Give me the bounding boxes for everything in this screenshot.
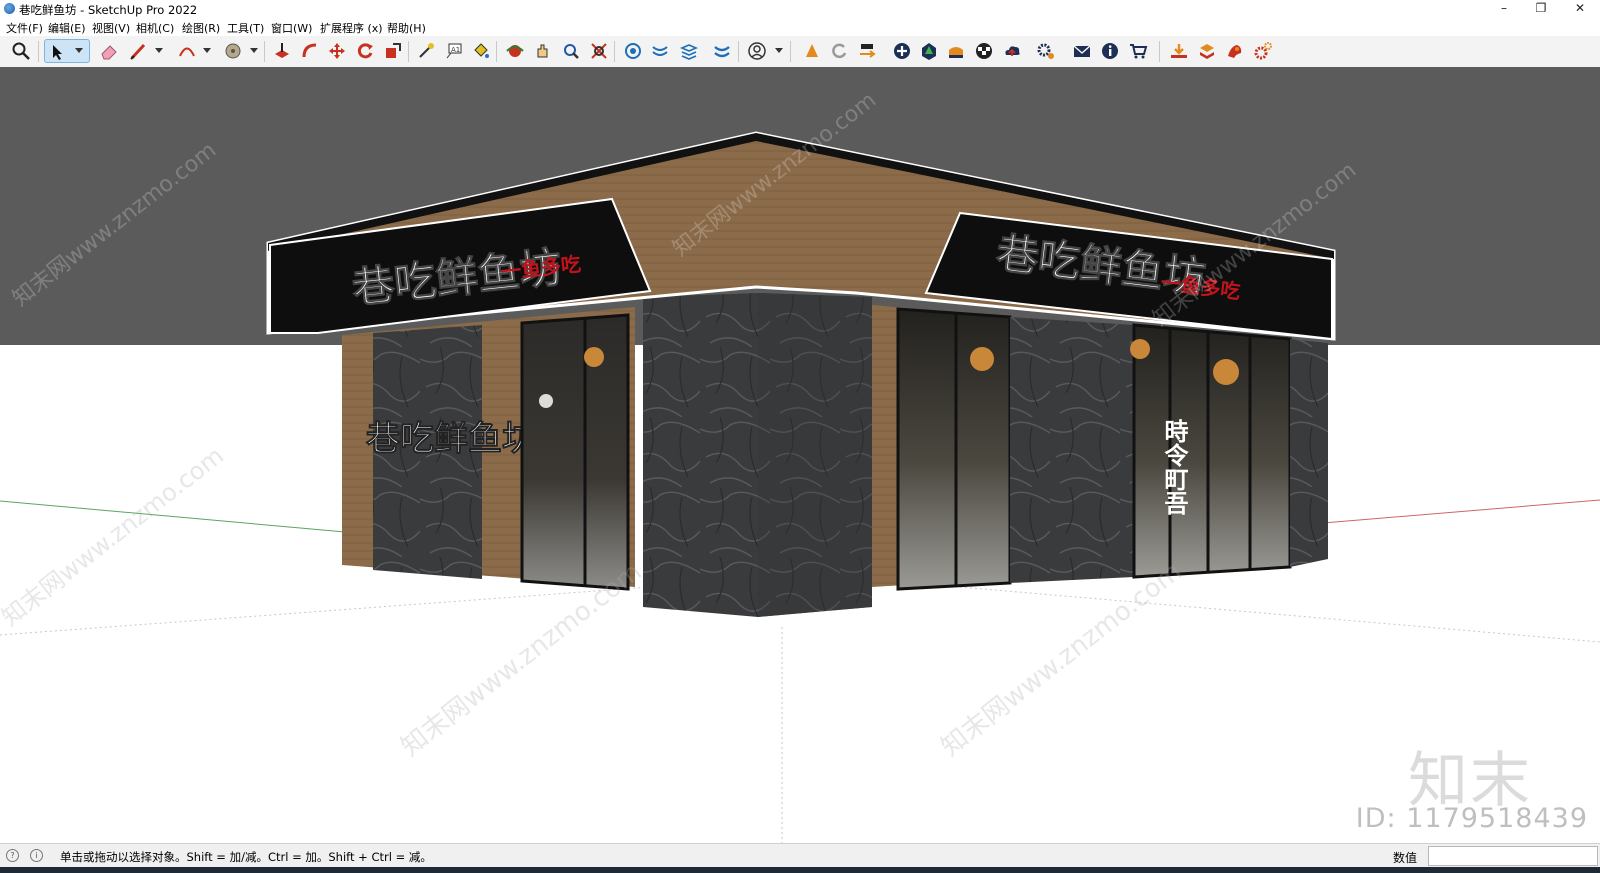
select-icon[interactable] <box>44 39 90 63</box>
zoom-window-icon[interactable] <box>559 39 583 63</box>
account-icon[interactable] <box>745 39 769 63</box>
eraser-icon[interactable] <box>97 39 121 63</box>
tree-icon[interactable] <box>917 39 941 63</box>
mail-icon[interactable] <box>1070 39 1094 63</box>
status-bar: ? i 单击或拖动以选择对象。Shift = 加/减。Ctrl = 加。Shif… <box>0 843 1600 868</box>
measurements-label: 数值 <box>1393 851 1418 865</box>
measurements-input[interactable] <box>1428 846 1598 866</box>
zoom-icon[interactable] <box>9 39 33 63</box>
watermark-id: ID: 1179518439 <box>1355 803 1588 834</box>
title-bar: 巷吃鲜鱼坊 - SketchUp Pro 2022 – ❐ ✕ <box>0 0 1600 18</box>
scale-icon[interactable] <box>381 39 405 63</box>
add-icon[interactable] <box>890 39 914 63</box>
layers-red-icon[interactable] <box>1195 39 1219 63</box>
credits-icon[interactable]: i <box>30 849 43 862</box>
gear-red-icon[interactable] <box>1251 39 1275 63</box>
cloud-icon[interactable] <box>1000 39 1024 63</box>
cart-icon[interactable] <box>1126 39 1150 63</box>
extension-warehouse-icon[interactable] <box>800 39 824 63</box>
rotate-icon[interactable] <box>353 39 377 63</box>
chart-icon[interactable] <box>944 39 968 63</box>
checker-icon[interactable] <box>972 39 996 63</box>
taskbar-edge <box>0 867 1600 873</box>
follow-me-icon[interactable] <box>298 39 322 63</box>
model-viewport[interactable]: 巷吃鲜鱼坊 時令町吾 巷吃鲜鱼坊 一鱼多吃 巷吃鲜鱼坊 一鱼多吃 知末网www.… <box>0 67 1600 843</box>
components-icon[interactable] <box>621 39 645 63</box>
main-toolbar: A1 <box>0 36 1600 68</box>
svg-text:A1: A1 <box>451 46 460 54</box>
menu-edit[interactable]: 编辑(E) <box>48 20 86 36</box>
text-icon[interactable]: A1 <box>442 39 466 63</box>
minimize-button[interactable]: – <box>1486 0 1522 18</box>
side-sign: 巷吃鲜鱼坊 <box>365 419 536 459</box>
tape-measure-icon[interactable] <box>414 39 438 63</box>
circle-icon[interactable] <box>221 39 245 63</box>
download-icon[interactable] <box>1167 39 1191 63</box>
storefront-model: 巷吃鲜鱼坊 時令町吾 巷吃鲜鱼坊 一鱼多吃 巷吃鲜鱼坊 一鱼多吃 知末网www.… <box>0 67 1600 843</box>
settings-icon[interactable] <box>1034 39 1058 63</box>
menu-draw[interactable]: 绘图(R) <box>182 20 220 36</box>
styles-icon[interactable] <box>710 39 734 63</box>
pencil-icon[interactable] <box>126 39 150 63</box>
orbit-icon[interactable] <box>503 39 527 63</box>
menu-help[interactable]: 帮助(H) <box>387 20 426 36</box>
menu-view[interactable]: 视图(V) <box>92 20 130 36</box>
swap-icon[interactable] <box>855 39 879 63</box>
window-calligraphy: 時令町吾 <box>1160 419 1188 516</box>
materials-icon[interactable] <box>648 39 672 63</box>
pan-icon[interactable] <box>531 39 555 63</box>
menu-extensions[interactable]: 扩展程序 (x) <box>320 20 383 36</box>
window-title: 巷吃鲜鱼坊 - SketchUp Pro 2022 <box>19 3 198 17</box>
close-button[interactable]: ✕ <box>1562 0 1598 18</box>
status-message: 单击或拖动以选择对象。Shift = 加/减。Ctrl = 加。Shift + … <box>60 850 432 864</box>
refresh-icon[interactable] <box>827 39 851 63</box>
menu-window[interactable]: 窗口(W) <box>271 20 312 36</box>
arc-icon[interactable] <box>175 39 199 63</box>
geo-location-icon[interactable]: ? <box>6 849 19 862</box>
push-pull-icon[interactable] <box>270 39 294 63</box>
paint-red-icon[interactable] <box>1223 39 1247 63</box>
restore-button[interactable]: ❐ <box>1523 0 1559 18</box>
paint-bucket-icon[interactable] <box>469 39 493 63</box>
menu-tools[interactable]: 工具(T) <box>227 20 264 36</box>
zoom-extents-icon[interactable] <box>587 39 611 63</box>
sketchup-logo-icon <box>4 3 15 14</box>
menu-file[interactable]: 文件(F) <box>6 20 43 36</box>
move-icon[interactable] <box>325 39 349 63</box>
menu-camera[interactable]: 相机(C) <box>136 20 174 36</box>
layers-icon[interactable] <box>677 39 701 63</box>
menu-bar: 文件(F) 编辑(E) 视图(V) 相机(C) 绘图(R) 工具(T) 窗口(W… <box>0 18 1600 36</box>
info-icon[interactable] <box>1098 39 1122 63</box>
